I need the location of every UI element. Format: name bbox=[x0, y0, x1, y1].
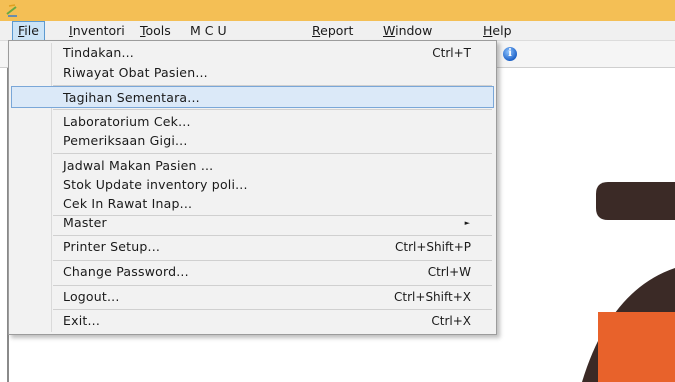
menu-item-pemeriksaan-gigi[interactable]: Pemeriksaan Gigi... bbox=[11, 130, 494, 152]
menu-item-label: Exit... bbox=[63, 313, 100, 328]
menu-item-shortcut: Ctrl+W bbox=[427, 265, 471, 279]
menu-item-shortcut: Ctrl+Shift+P bbox=[395, 240, 471, 254]
menu-item-shortcut: Ctrl+X bbox=[431, 314, 471, 328]
menu-bar: File Inventori Tools M C U Report Window… bbox=[0, 21, 675, 41]
menu-report[interactable]: Report bbox=[307, 21, 358, 41]
menu-item-logout[interactable]: Logout... Ctrl+Shift+X bbox=[11, 286, 494, 308]
menu-item-master[interactable]: Master ► bbox=[11, 212, 494, 234]
app-logo-icon bbox=[6, 4, 17, 17]
background-logo bbox=[582, 182, 675, 382]
menu-item-change-password[interactable]: Change Password... Ctrl+W bbox=[11, 261, 494, 283]
menu-inventori[interactable]: Inventori bbox=[64, 21, 130, 41]
menu-help[interactable]: Help bbox=[478, 21, 517, 41]
menu-item-printer-setup[interactable]: Printer Setup... Ctrl+Shift+P bbox=[11, 236, 494, 258]
menu-item-tagihan-sementara[interactable]: Tagihan Sementara... bbox=[11, 86, 494, 108]
menu-item-label: Tagihan Sementara... bbox=[63, 90, 200, 105]
menu-item-shortcut: Ctrl+T bbox=[432, 46, 471, 60]
menu-separator bbox=[53, 109, 492, 110]
menu-tools[interactable]: Tools bbox=[135, 21, 176, 41]
menu-separator bbox=[53, 153, 492, 154]
menu-item-label: Pemeriksaan Gigi... bbox=[63, 133, 188, 148]
menu-item-riwayat-obat-pasien[interactable]: Riwayat Obat Pasien... bbox=[11, 62, 494, 84]
menu-item-label: Logout... bbox=[63, 289, 120, 304]
menu-window[interactable]: Window bbox=[378, 21, 437, 41]
menu-item-label: Tindakan... bbox=[63, 45, 134, 60]
menu-item-label: Change Password... bbox=[63, 264, 189, 279]
file-dropdown-menu: Tindakan... Ctrl+T Riwayat Obat Pasien..… bbox=[8, 40, 497, 335]
menu-file[interactable]: File bbox=[12, 21, 45, 41]
menu-item-label: Riwayat Obat Pasien... bbox=[63, 65, 208, 80]
info-icon[interactable]: i bbox=[503, 47, 517, 61]
menu-mcu[interactable]: M C U bbox=[185, 21, 232, 41]
menu-item-exit[interactable]: Exit... Ctrl+X bbox=[11, 310, 494, 332]
menu-item-tindakan[interactable]: Tindakan... Ctrl+T bbox=[11, 42, 494, 64]
menu-item-shortcut: Ctrl+Shift+X bbox=[394, 290, 471, 304]
menu-item-label: Master bbox=[63, 215, 107, 230]
title-bar bbox=[0, 0, 675, 21]
submenu-arrow-icon: ► bbox=[464, 219, 470, 227]
menu-item-label: Printer Setup... bbox=[63, 239, 161, 254]
